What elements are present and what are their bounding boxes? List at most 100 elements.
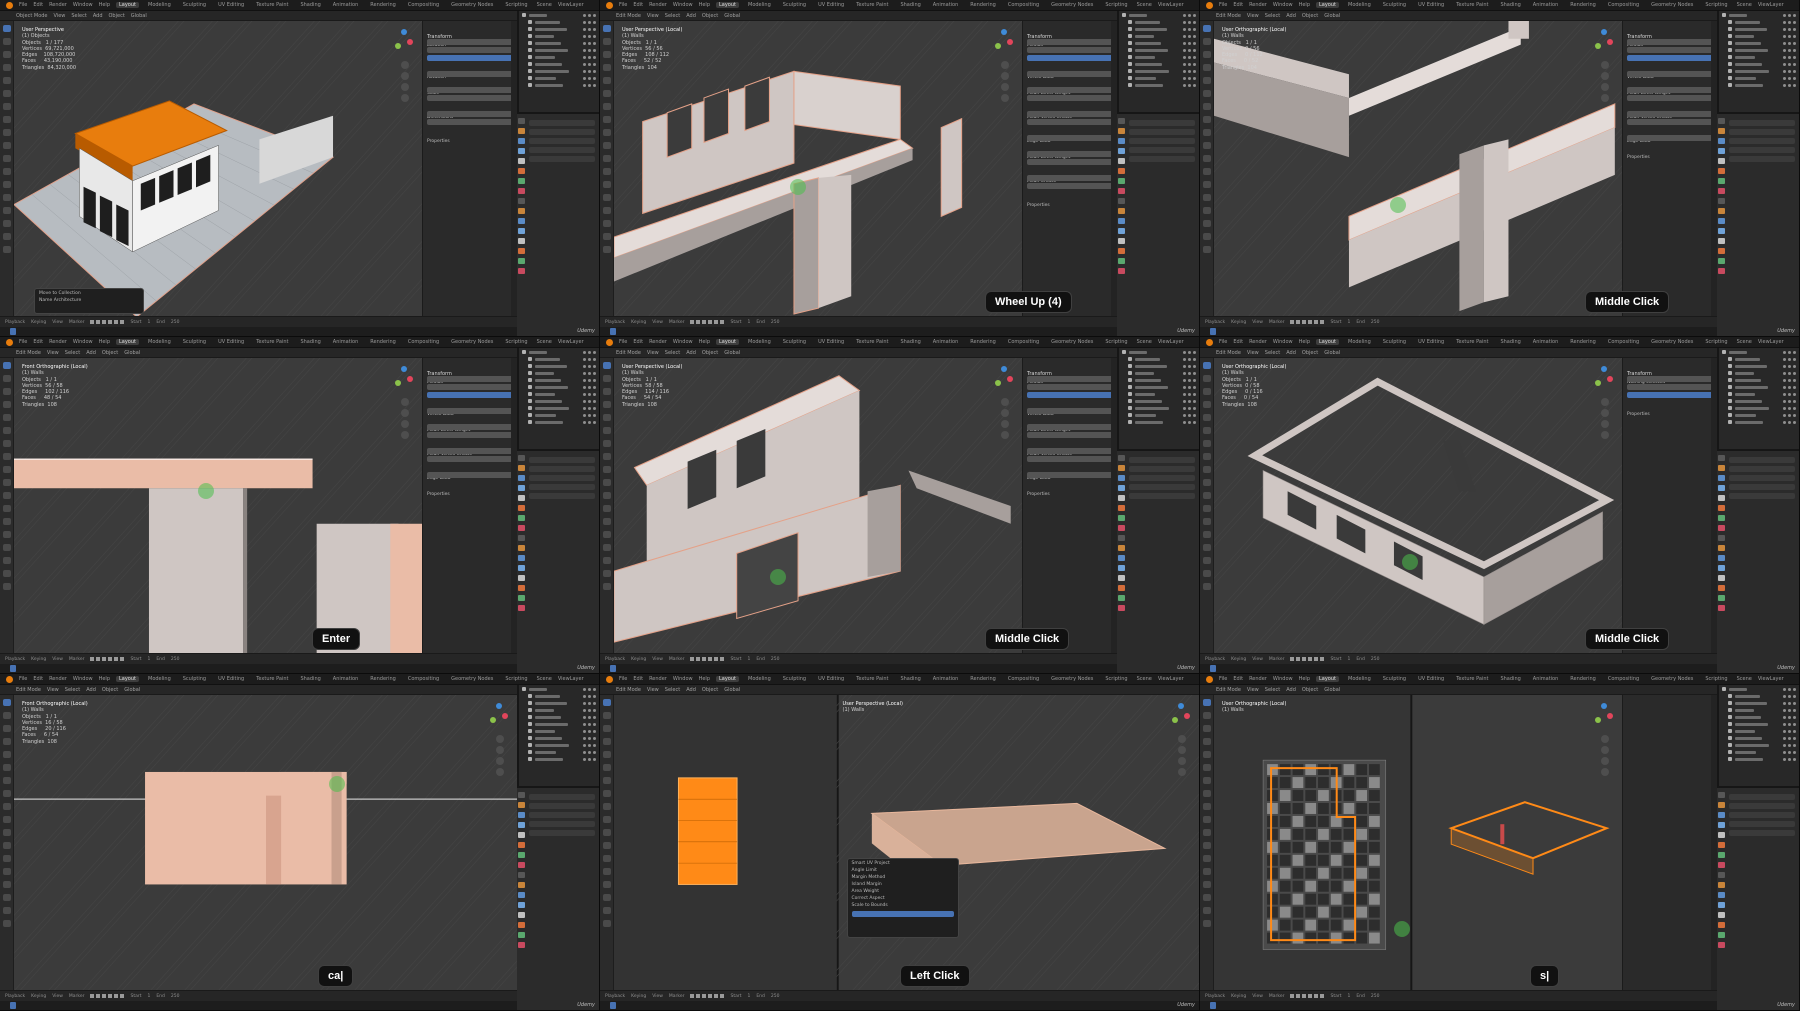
mode-selector[interactable]: Edit Mode [616,13,641,19]
viewport-menu-view[interactable]: View [647,350,659,356]
eye-icon[interactable] [593,350,596,354]
properties-tab-icon[interactable] [518,802,525,808]
eye-icon[interactable] [1183,55,1186,59]
workspace-tab-scripting[interactable]: Scripting [1702,2,1730,8]
workspace-tab-scripting[interactable]: Scripting [1102,676,1130,682]
properties-tab-icon[interactable] [1118,605,1125,611]
pan-hand-icon[interactable] [496,746,504,754]
eye-icon[interactable] [588,83,591,87]
sidebar-number-field[interactable] [1027,408,1113,414]
eye-icon[interactable] [583,55,586,59]
outliner-item[interactable] [522,405,596,411]
navigation-gizmo[interactable] [391,366,417,392]
properties-tab-icon[interactable] [1718,555,1725,561]
eye-icon[interactable] [1183,62,1186,66]
start-frame-field[interactable]: 1 [747,994,750,999]
playback-menu[interactable]: Playback [1205,657,1225,662]
eye-icon[interactable] [1793,371,1796,375]
workspace-tab-shading[interactable]: Shading [297,339,323,345]
tool-icon[interactable] [3,712,11,719]
properties-tab-icon[interactable] [518,455,525,461]
outliner-item[interactable] [522,54,596,60]
eye-icon[interactable] [1183,41,1186,45]
eye-icon[interactable] [1193,385,1196,389]
eye-icon[interactable] [1783,48,1786,52]
workspace-tab-rendering[interactable]: Rendering [367,676,399,682]
marker-menu[interactable]: Marker [1269,994,1285,999]
keying-menu[interactable]: Keying [31,657,46,662]
workspace-tab-layout[interactable]: Layout [716,676,739,682]
properties-tab-icon[interactable] [1118,188,1125,194]
workspace-tab-shading[interactable]: Shading [897,2,923,8]
grid-view-icon[interactable] [1601,94,1609,102]
properties-tab-icon[interactable] [1718,238,1725,244]
blender-logo-icon[interactable] [6,338,13,346]
properties-tab-icon[interactable] [518,832,525,838]
tool-icon[interactable] [603,362,611,369]
zoom-icon[interactable] [1601,735,1609,743]
workspace-tab-uv-editing[interactable]: UV Editing [815,339,847,345]
eye-icon[interactable] [593,743,596,747]
outliner-item[interactable] [1722,12,1796,18]
menu-render[interactable]: Render [1249,2,1267,8]
eye-icon[interactable] [1188,41,1191,45]
sidebar-number-field[interactable] [1027,111,1113,117]
menu-render[interactable]: Render [1249,339,1267,345]
gizmo-x-axis[interactable] [407,39,413,45]
properties-tab-icon[interactable] [518,585,525,591]
eye-icon[interactable] [1183,378,1186,382]
tool-icon[interactable] [603,116,611,123]
workspace-tab-modeling[interactable]: Modeling [745,2,774,8]
end-frame-field[interactable]: 250 [171,994,180,999]
workspace-tab-animation[interactable]: Animation [1530,339,1562,345]
properties-tab-icon[interactable] [518,168,525,174]
workspace-tab-layout[interactable]: Layout [1316,676,1339,682]
menu-edit[interactable]: Edit [1233,676,1243,682]
tool-icon[interactable] [1203,803,1211,810]
current-frame-marker[interactable] [1210,665,1216,672]
properties-tab-icon[interactable] [1118,455,1125,461]
sidebar-number-field[interactable] [427,47,513,53]
marker-menu[interactable]: Marker [669,657,685,662]
properties-tab-icon[interactable] [1118,258,1125,264]
tool-icon[interactable] [3,855,11,862]
menu-file[interactable]: File [19,2,27,8]
end-frame-field[interactable]: 250 [771,320,780,325]
menu-render[interactable]: Render [49,676,67,682]
outliner-item[interactable] [522,700,596,706]
eye-icon[interactable] [1188,83,1191,87]
current-frame-marker[interactable] [1210,1002,1216,1009]
tool-icon[interactable] [3,920,11,927]
zoom-icon[interactable] [401,398,409,406]
eye-icon[interactable] [1188,392,1191,396]
workspace-tab-animation[interactable]: Animation [330,339,362,345]
eye-icon[interactable] [588,69,591,73]
eye-icon[interactable] [1788,413,1791,417]
end-frame-field[interactable]: 250 [1371,994,1380,999]
start-frame-field[interactable]: 1 [147,657,150,662]
visibility-toggles[interactable] [1183,406,1196,410]
properties-tab-icon[interactable] [1718,892,1725,898]
visibility-toggles[interactable] [1183,83,1196,87]
operator-row[interactable]: Island Margin [852,882,954,887]
visibility-toggles[interactable] [1183,48,1196,52]
eye-icon[interactable] [1183,413,1186,417]
eye-icon[interactable] [1788,420,1791,424]
tool-icon[interactable] [3,375,11,382]
menu-render[interactable]: Render [649,339,667,345]
visibility-toggles[interactable] [583,708,596,712]
workspace-tab-sculpting[interactable]: Sculpting [180,2,209,8]
transform-orientation[interactable]: Global [124,350,140,356]
properties-tab-icon[interactable] [1718,862,1725,868]
camera-icon[interactable] [1601,757,1609,765]
outliner-item[interactable] [522,363,596,369]
outliner-item[interactable] [522,377,596,383]
playback-menu[interactable]: Playback [605,994,625,999]
eye-icon[interactable] [583,371,586,375]
grid-view-icon[interactable] [496,768,504,776]
eye-icon[interactable] [588,34,591,38]
navigation-gizmo[interactable] [991,366,1017,392]
timeline-ruler[interactable] [0,1001,517,1010]
tool-icon[interactable] [1203,142,1211,149]
tool-icon[interactable] [1203,414,1211,421]
